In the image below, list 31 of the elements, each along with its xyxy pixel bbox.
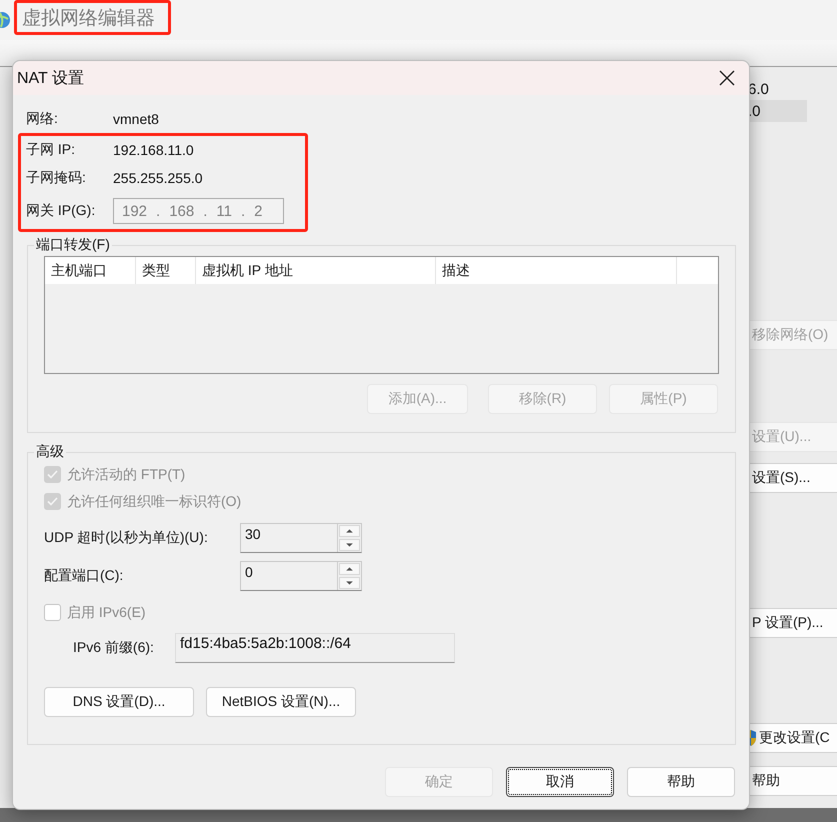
field-label: UDP 超时(以秒为单位)(U): [44,529,209,547]
column-header[interactable]: 虚拟机 IP 地址 [196,257,436,284]
group-title: 端口转发(F) [36,236,110,252]
check-icon [47,497,58,506]
button[interactable]: DNS 设置(D)... [44,687,194,717]
column-header[interactable]: 类型 [136,257,196,284]
field-value: 255.255.255.0 [113,170,203,186]
field-label: 配置端口(C): [44,567,124,585]
number-field[interactable]: 0 [240,561,362,591]
list-box[interactable]: 主机端口 类型 虚拟机 IP 地址 描述 [44,256,719,374]
field-label: 子网掩码: [26,169,87,187]
column-header[interactable]: 主机端口 [45,257,136,284]
check-icon [47,470,58,479]
field-label: 子网 IP: [26,141,76,159]
dialog-title: NAT 设置 [17,68,84,88]
field-value: 192.168.11.0 [113,142,194,158]
field-label: 网络: [26,110,59,128]
field-value: vmnet8 [113,111,159,127]
button[interactable]: 帮助 [627,767,735,797]
text-field[interactable]: fd15:4ba5:5a2b:1008::/64 [175,633,455,663]
field-label: 网关 IP(G): [26,202,96,220]
close-icon[interactable] [719,70,735,86]
button[interactable]: NetBIOS 设置(N)... [206,687,356,717]
ip-address-field[interactable]: 192 . 168 . 11 . 2 [113,198,284,224]
field-label: IPv6 前缀(6): [73,639,155,657]
number-field[interactable]: 30 [240,523,362,553]
globe-icon [0,10,10,30]
button[interactable]: 取消 [506,767,614,797]
window-title: 虚拟网络编辑器 [22,6,155,30]
group-title: 高级 [36,443,64,459]
column-header[interactable]: 描述 [436,257,677,284]
